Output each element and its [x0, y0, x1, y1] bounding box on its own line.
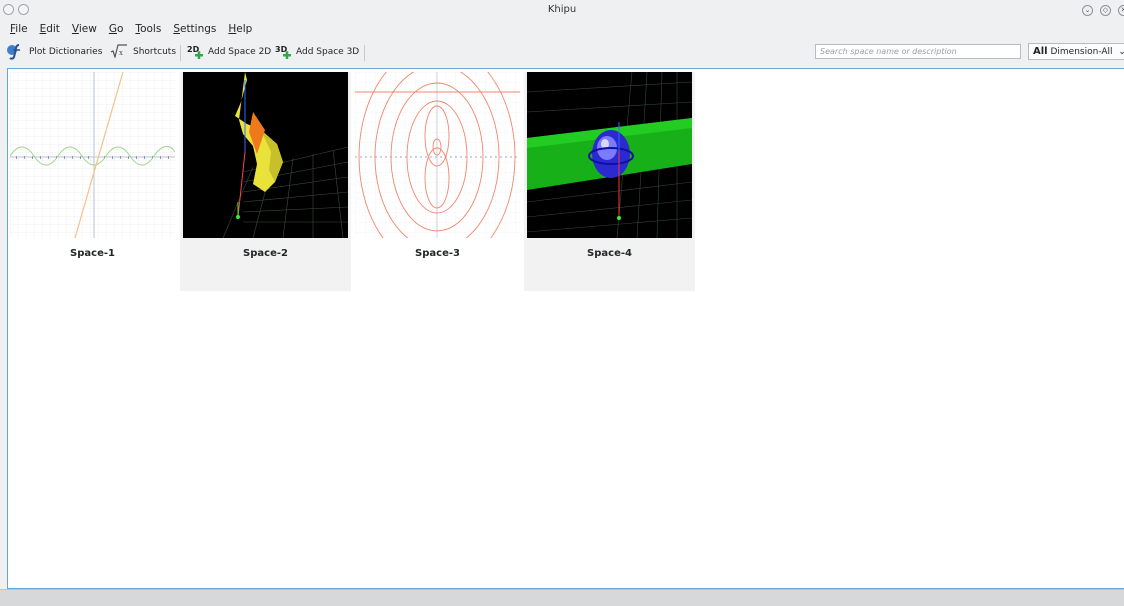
window-title: Khipu — [547, 4, 577, 15]
space-3-thumbnail — [355, 72, 520, 238]
menu-file[interactable]: File — [4, 21, 34, 37]
plot-dictionaries-button[interactable]: Plot Dictionaries — [6, 43, 102, 61]
add-space-2d-button[interactable]: 2D Add Space 2D — [187, 43, 271, 61]
space-4-thumbnail — [527, 72, 692, 238]
function-icon — [6, 42, 24, 63]
dimension-value: Dimension-All — [1050, 47, 1113, 57]
space-2-thumbnail — [183, 72, 348, 238]
space-tile[interactable]: Space-2 — [180, 72, 351, 291]
search-input[interactable] — [815, 44, 1021, 59]
space-1-thumbnail — [10, 72, 175, 238]
svg-text:3D: 3D — [275, 45, 288, 54]
svg-text:x: x — [119, 49, 123, 57]
maximize-button[interactable]: ◇ — [1100, 5, 1111, 16]
dimension-filter-select[interactable]: All Dimension-All ⌄ — [1028, 43, 1124, 60]
menu-tools[interactable]: Tools — [129, 21, 167, 37]
status-bar — [0, 589, 1124, 606]
dimension-prefix: All — [1033, 46, 1048, 57]
space-tile[interactable]: Space-1 — [7, 72, 178, 291]
close-button[interactable]: ✕ — [1118, 5, 1124, 16]
minimize-button[interactable]: ⌄ — [1082, 5, 1093, 16]
space-name: Space-3 — [415, 248, 460, 259]
menu-edit[interactable]: Edit — [34, 21, 66, 37]
shortcuts-button[interactable]: x Shortcuts — [110, 43, 176, 61]
menu-view[interactable]: View — [66, 21, 103, 37]
menu-bar: File Edit View Go Tools Settings Help — [4, 21, 258, 37]
toolbar-separator — [180, 45, 181, 61]
root-symbol-icon: x — [110, 43, 128, 61]
title-bar: Khipu ⌄ ◇ ✕ — [0, 0, 1124, 20]
space-name: Space-2 — [243, 248, 288, 259]
add-2d-icon: 2D — [187, 43, 203, 62]
space-name: Space-4 — [587, 248, 632, 259]
menu-go[interactable]: Go — [103, 21, 130, 37]
svg-text:2D: 2D — [187, 45, 200, 54]
menu-help[interactable]: Help — [222, 21, 258, 37]
toolbar-separator — [364, 45, 365, 61]
space-tile[interactable]: Space-4 — [524, 72, 695, 291]
menu-settings[interactable]: Settings — [167, 21, 222, 37]
space-tile[interactable]: Space-3 — [352, 72, 523, 291]
chevron-down-icon: ⌄ — [1118, 47, 1124, 57]
add-3d-icon: 3D — [275, 43, 291, 62]
add-space-3d-button[interactable]: 3D Add Space 3D — [275, 43, 359, 61]
space-name: Space-1 — [70, 248, 115, 259]
